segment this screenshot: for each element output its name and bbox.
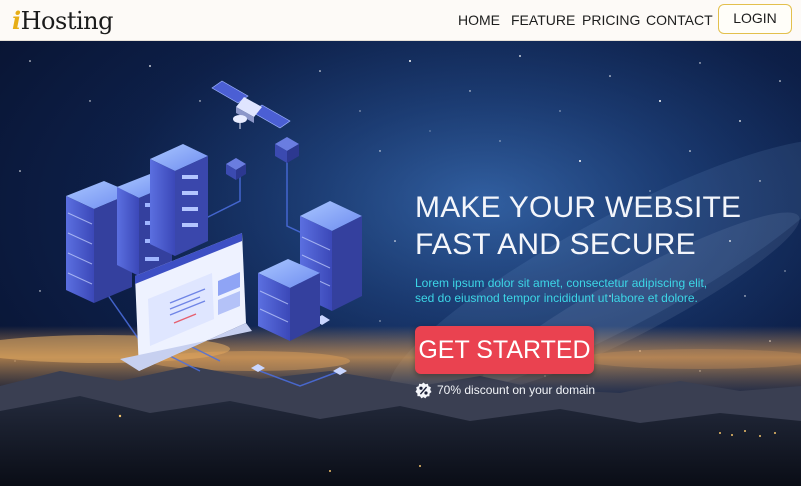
percent-badge-icon <box>415 382 432 398</box>
nav-link-feature[interactable]: FEATURE <box>511 11 575 29</box>
discount-note: 70% discount on your domain <box>415 381 595 399</box>
hero-section: MAKE YOUR WEBSITE FAST AND SECURE Lorem … <box>0 41 801 486</box>
hero-subtext: Lorem ipsum dolor sit amet, consectetur … <box>415 276 745 306</box>
headline-line-2: FAST AND SECURE <box>415 228 696 261</box>
nav-link-pricing[interactable]: PRICING <box>582 11 640 29</box>
subtext-line-1: Lorem ipsum dolor sit amet, consectetur … <box>415 276 708 290</box>
logo-initial: i <box>12 6 21 35</box>
login-button[interactable]: LOGIN <box>718 4 792 34</box>
navbar: iHosting HOME FEATURE PRICING CONTACT LO… <box>0 0 801 41</box>
subtext-line-2: sed do eiusmod tempor incididunt ut labo… <box>415 291 698 305</box>
brand-logo[interactable]: iHosting <box>12 6 113 36</box>
discount-text: 70% discount on your domain <box>437 383 596 397</box>
nav-link-contact[interactable]: CONTACT <box>646 11 713 29</box>
nav-link-home[interactable]: HOME <box>458 11 500 29</box>
hero-background <box>0 41 801 486</box>
hero-headline: MAKE YOUR WEBSITE FAST AND SECURE <box>415 189 785 263</box>
logo-text: Hosting <box>20 7 114 35</box>
get-started-button[interactable]: GET STARTED <box>415 326 594 374</box>
headline-line-1: MAKE YOUR WEBSITE <box>415 191 742 224</box>
